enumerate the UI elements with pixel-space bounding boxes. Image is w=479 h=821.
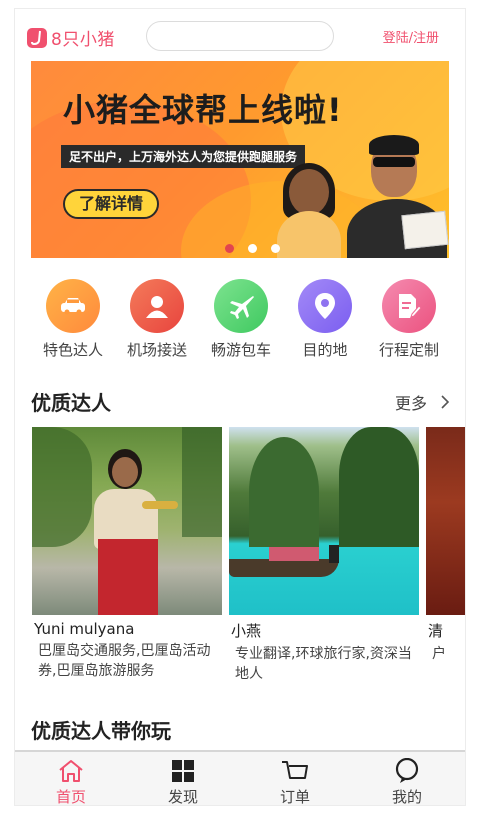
guide-photo [32,427,222,615]
top-header: 8只小猪 登陆/注册 [15,9,465,61]
cart-icon [265,758,325,784]
category-airport-transfer[interactable]: 机场接送 [115,279,199,360]
guide-card[interactable]: 小燕 专业翻译,环球旅行家,资深当地人 [229,427,419,684]
location-pin-icon [298,279,352,333]
airplane-icon [214,279,268,333]
logo-icon [27,27,47,48]
guide-description: 户 [432,646,446,662]
banner-title: 小猪全球帮上线啦! [63,91,343,129]
car-icon [46,279,100,333]
category-custom-itinerary[interactable]: 行程定制 [367,279,451,360]
guide-name: 清 [428,622,444,640]
category-destination[interactable]: 目的地 [283,279,367,360]
featured-more-link[interactable]: 更多 [395,390,449,414]
tab-home[interactable]: 首页 [41,758,101,806]
category-label: 行程定制 [378,341,439,359]
tab-label: 首页 [55,788,86,806]
search-input[interactable] [146,21,334,51]
guide-card[interactable]: 清 户 [426,427,465,664]
featured-section-title: 优质达人 [31,391,111,415]
category-label: 机场接送 [126,341,187,359]
guide-description: 巴厘岛交通服务,巴厘岛活动券,巴厘岛旅游服务 [38,643,211,679]
carousel-dots [225,244,280,253]
tab-orders[interactable]: 订单 [265,758,325,806]
category-featured-guides[interactable]: 特色达人 [31,279,115,360]
document-edit-icon [382,279,436,333]
carousel-dot[interactable] [271,244,280,253]
guide-description: 专业翻译,环球旅行家,资深当地人 [235,646,412,682]
category-row: 特色达人 机场接送 畅游包车 目的地 行程定制 [15,279,465,369]
banner-subtitle: 足不出户，上万海外达人为您提供跑腿服务 [61,145,306,168]
section-guides-take-you: 优质达人带你玩 [31,719,171,743]
category-label: 畅游包车 [210,341,271,359]
app-frame: 8只小猪 登陆/注册 小猪全球帮上线啦! 足不出户，上万海外达人为您提供跑腿服务… [14,8,466,806]
user-icon [130,279,184,333]
carousel-dot[interactable] [248,244,257,253]
banner-man-sunglasses [373,157,415,167]
logo-text: 8只小猪 [51,30,115,50]
guide-name: Yuni mulyana [34,620,135,638]
category-label: 特色达人 [42,341,103,359]
category-charter-tour[interactable]: 畅游包车 [199,279,283,360]
tab-label: 我的 [391,788,422,806]
guide-photo [229,427,419,615]
bottom-tab-bar: 首页 发现 订单 我的 [15,750,465,806]
featured-cards-scroller[interactable]: Yuni mulyana 巴厘岛交通服务,巴厘岛活动券,巴厘岛旅游服务 小燕 专… [15,427,465,697]
banner-woman-face [289,169,329,215]
more-label: 更多 [394,394,427,413]
banner-details-button[interactable]: 了解详情 [63,189,160,219]
grid-icon [153,758,213,784]
tab-label: 发现 [167,788,198,806]
profile-icon [377,758,437,784]
guide-photo [426,427,465,615]
guide-card[interactable]: Yuni mulyana 巴厘岛交通服务,巴厘岛活动券,巴厘岛旅游服务 [32,427,222,681]
logo[interactable]: 8只小猪 [27,25,115,50]
banner-sign [401,210,449,250]
tab-profile[interactable]: 我的 [377,758,437,806]
guide-name: 小燕 [231,622,262,640]
promo-banner[interactable]: 小猪全球帮上线啦! 足不出户，上万海外达人为您提供跑腿服务 了解详情 [31,61,449,258]
tab-discover[interactable]: 发现 [153,758,213,806]
carousel-dot[interactable] [225,244,234,253]
home-icon [41,758,101,784]
banner-man-hair [369,135,419,155]
category-label: 目的地 [302,341,348,359]
tab-label: 订单 [279,788,310,806]
chevron-right-icon [441,395,449,409]
login-register-link[interactable]: 登陆/注册 [383,27,439,46]
